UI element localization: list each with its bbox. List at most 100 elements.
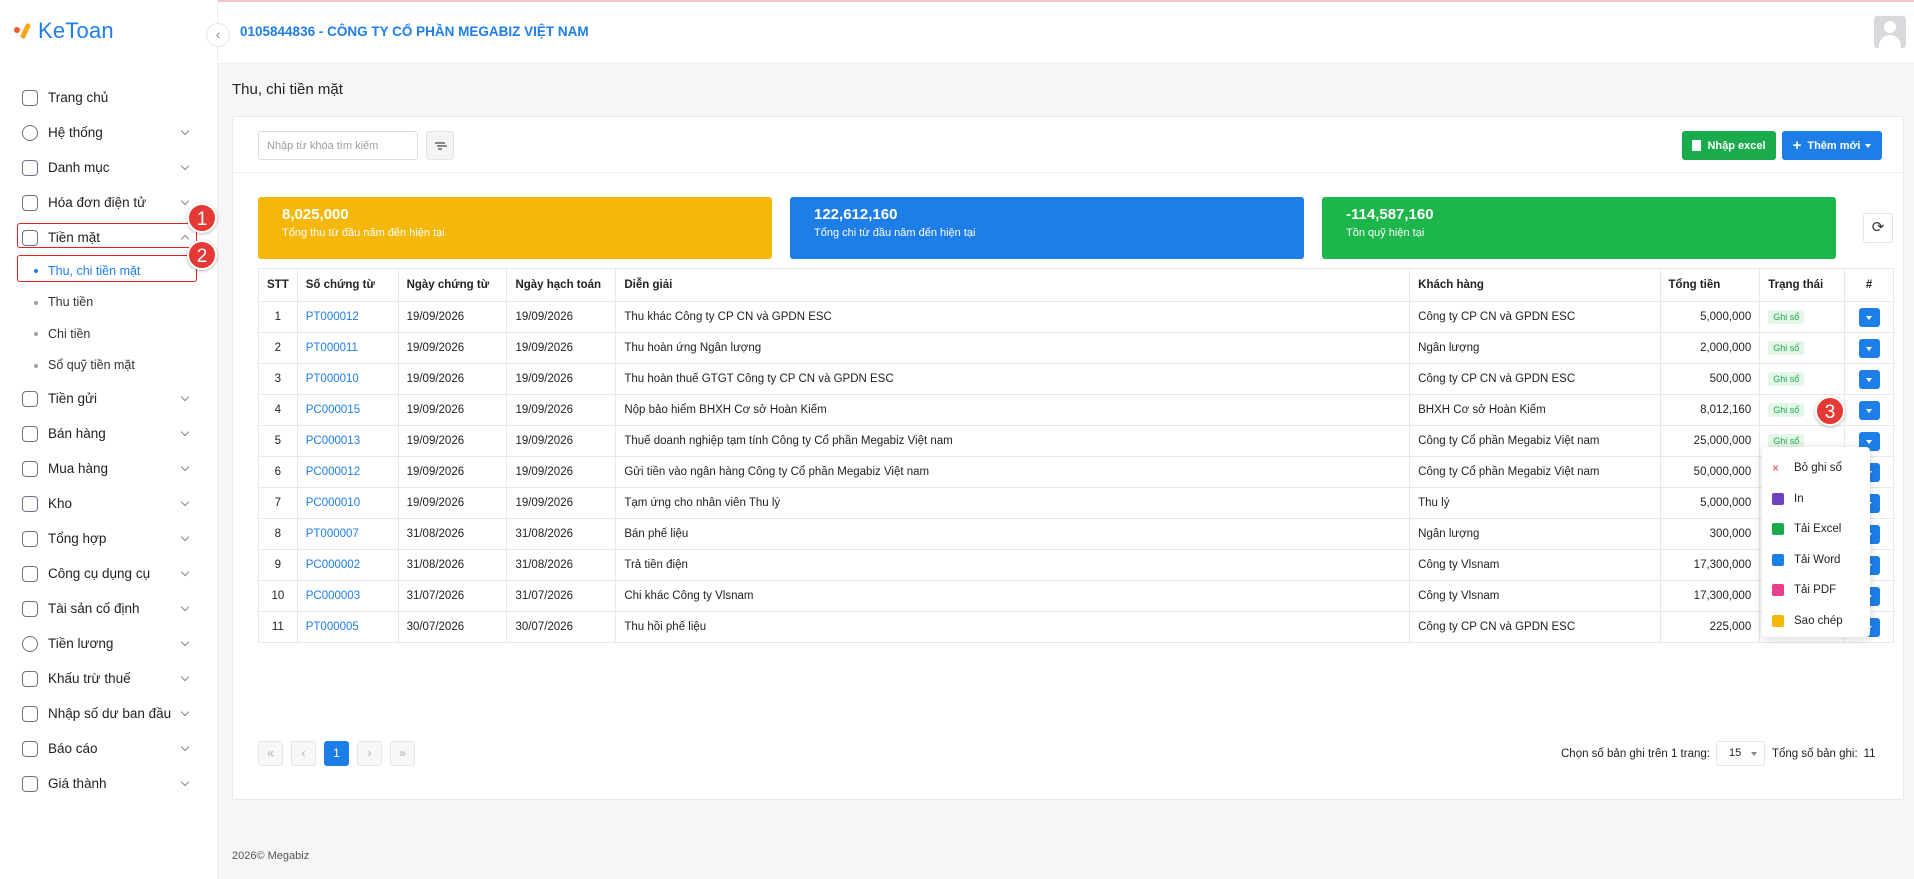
import-excel-button[interactable]: Nhập excel (1682, 131, 1776, 160)
table-row[interactable]: 5 PC000013 19/09/2026 19/09/2026 Thuế doanh … (258, 425, 1894, 457)
dropdown-item-4[interactable]: Tải PDF (1762, 575, 1870, 606)
cell-stt: 11 (258, 611, 298, 643)
row-action-button[interactable] (1858, 400, 1880, 420)
total-label: Tổng số bản ghi: (1771, 747, 1858, 760)
filter-button[interactable] (426, 131, 454, 160)
cell-voucher-date: 30/07/2026 (397, 611, 508, 643)
per-page-select[interactable]: 15 (1715, 741, 1765, 766)
warehouse-icon (22, 495, 38, 512)
next-page-button[interactable]: › (357, 741, 382, 766)
dropdown-item-2[interactable]: Tải Excel (1762, 514, 1870, 545)
col-status[interactable]: Trạng thái (1759, 268, 1846, 302)
cell-voucher-date: 19/09/2026 (397, 487, 508, 519)
cell-voucher-no[interactable]: PC000013 (296, 425, 399, 457)
dropdown-item-1[interactable]: In (1762, 484, 1870, 515)
avatar[interactable] (1874, 16, 1906, 48)
sidebar-item-9[interactable]: Tổng hợp (0, 521, 218, 556)
cell-voucher-date: 19/09/2026 (397, 363, 508, 395)
col-voucher-date[interactable]: Ngày chứng từ (397, 268, 508, 302)
highlight-thu-chi (17, 255, 197, 282)
sidebar-item-8[interactable]: Kho (0, 486, 218, 521)
sidebar-item-13[interactable]: Khấu trừ thuế (0, 661, 218, 696)
sidebar-item-16[interactable]: Giá thành (0, 766, 218, 801)
first-page-button[interactable]: « (258, 741, 283, 766)
cell-voucher-no[interactable]: PT000011 (296, 332, 399, 364)
sidebar-subitem-2[interactable]: Chi tiền (0, 318, 218, 350)
dropdown-item-label: Tải Excel (1794, 523, 1842, 536)
table-row[interactable]: 9 PC000002 31/08/2026 31/08/2026 Trả tiền đi… (258, 549, 1894, 581)
col-customer[interactable]: Khách hàng (1409, 268, 1661, 302)
sidebar-item-14[interactable]: Nhập số dư ban đầu (0, 696, 218, 731)
sidebar-item-10[interactable]: Công cụ dụng cụ (0, 556, 218, 591)
table-row[interactable]: 11 PT000005 30/07/2026 30/07/2026 Thu hồi ph… (258, 611, 1894, 643)
sidebar-item-6[interactable]: Bán hàng (0, 416, 218, 451)
cell-total: 225,000 (1659, 611, 1761, 643)
cell-total: 2,000,000 (1659, 332, 1761, 364)
status-badge: Ghi sổ (1768, 372, 1805, 386)
col-stt[interactable]: STT (258, 268, 298, 302)
cell-stt: 6 (258, 456, 298, 488)
last-page-button[interactable]: » (390, 741, 415, 766)
row-action-button[interactable] (1858, 307, 1880, 327)
refresh-icon[interactable]: ⟳ (1863, 213, 1893, 243)
col-voucher-no[interactable]: Số chứng từ (296, 268, 399, 302)
cell-total: 8,012,160 (1659, 394, 1761, 426)
sidebar-item-label: Hệ thống (48, 125, 103, 140)
table-row[interactable]: 1 PT000012 19/09/2026 19/09/2026 Thu khác Cô… (258, 301, 1894, 333)
printer-icon (1772, 492, 1784, 505)
cell-voucher-no[interactable]: PT000010 (296, 363, 399, 395)
sidebar-item-15[interactable]: Báo cáo (0, 731, 218, 766)
sidebar-item-3[interactable]: Hóa đơn điện tử (0, 185, 218, 220)
cell-description: Chi khác Công ty Vlsnam (615, 580, 1411, 612)
row-action-button[interactable] (1858, 369, 1880, 389)
cell-voucher-no[interactable]: PC000015 (296, 394, 399, 426)
table-row[interactable]: 2 PT000011 19/09/2026 19/09/2026 Thu hoàn ứn… (258, 332, 1894, 364)
col-description[interactable]: Diễn giải (615, 268, 1411, 302)
cell-description: Gửi tiền vào ngân hàng Công ty Cổ phần M… (615, 456, 1411, 488)
cell-voucher-no[interactable]: PT000005 (296, 611, 399, 643)
prev-page-button[interactable]: ‹ (291, 741, 316, 766)
cell-total: 5,000,000 (1659, 487, 1761, 519)
cell-posting-date: 19/09/2026 (506, 456, 617, 488)
sidebar-item-0[interactable]: Trang chủ (0, 80, 218, 115)
sidebar-item-2[interactable]: Danh mục (0, 150, 218, 185)
table-row[interactable]: 7 PC000010 19/09/2026 19/09/2026 Tạm ứng cho… (258, 487, 1894, 519)
cell-voucher-no[interactable]: PC000010 (296, 487, 399, 519)
sidebar-item-5[interactable]: Tiền gửi (0, 381, 218, 416)
table-row[interactable]: 10 PC000003 31/07/2026 31/07/2026 Chi khác C… (258, 580, 1894, 612)
sidebar-subitem-1[interactable]: Thu tiền (0, 287, 218, 319)
cell-actions (1844, 363, 1894, 395)
row-action-button[interactable] (1858, 338, 1880, 358)
add-new-button[interactable]: + Thêm mới (1782, 131, 1882, 160)
dropdown-item-5[interactable]: Sao chép (1762, 606, 1870, 637)
header: 0105844836 - CÔNG TY CỔ PHẦN MEGABIZ VIỆ… (218, 2, 1914, 64)
table-row[interactable]: 3 PT000010 19/09/2026 19/09/2026 Thu hoàn th… (258, 363, 1894, 395)
col-posting-date[interactable]: Ngày hạch toán (506, 268, 617, 302)
stat-value: 122,612,160 (814, 206, 898, 223)
col-total[interactable]: Tổng tiền (1659, 268, 1761, 302)
dropdown-item-0[interactable]: × Bỏ ghi sổ (1762, 453, 1870, 484)
cell-stt: 8 (258, 518, 298, 550)
page-1-button[interactable]: 1 (324, 741, 349, 766)
sidebar-item-label: Giá thành (48, 776, 107, 791)
sidebar-subitem-3[interactable]: Sổ quỹ tiền mặt (0, 350, 218, 382)
page-title: Thu, chi tiền mặt (232, 81, 343, 98)
table-row[interactable]: 4 PC000015 19/09/2026 19/09/2026 Nộp bảo hiể… (258, 394, 1894, 426)
search-input[interactable] (258, 131, 418, 160)
cell-posting-date: 19/09/2026 (506, 363, 617, 395)
cell-voucher-no[interactable]: PT000012 (296, 301, 399, 333)
cell-voucher-no[interactable]: PC000012 (296, 456, 399, 488)
cell-voucher-no[interactable]: PT000007 (296, 518, 399, 550)
logo[interactable]: KeToan (14, 18, 114, 44)
table-row[interactable]: 6 PC000012 19/09/2026 19/09/2026 Gửi tiền và… (258, 456, 1894, 488)
table-row[interactable]: 8 PT000007 31/08/2026 31/08/2026 Bán phế liệ… (258, 518, 1894, 550)
cell-voucher-no[interactable]: PC000003 (296, 580, 399, 612)
sidebar-item-12[interactable]: Tiền lương (0, 626, 218, 661)
dropdown-item-3[interactable]: Tải Word (1762, 545, 1870, 576)
sidebar-item-11[interactable]: Tài sản cố định (0, 591, 218, 626)
cell-posting-date: 19/09/2026 (506, 301, 617, 333)
collapse-sidebar-button[interactable]: ‹ (206, 23, 230, 47)
cell-voucher-no[interactable]: PC000002 (296, 549, 399, 581)
sidebar-item-1[interactable]: Hệ thống (0, 115, 218, 150)
sidebar-item-7[interactable]: Mua hàng (0, 451, 218, 486)
